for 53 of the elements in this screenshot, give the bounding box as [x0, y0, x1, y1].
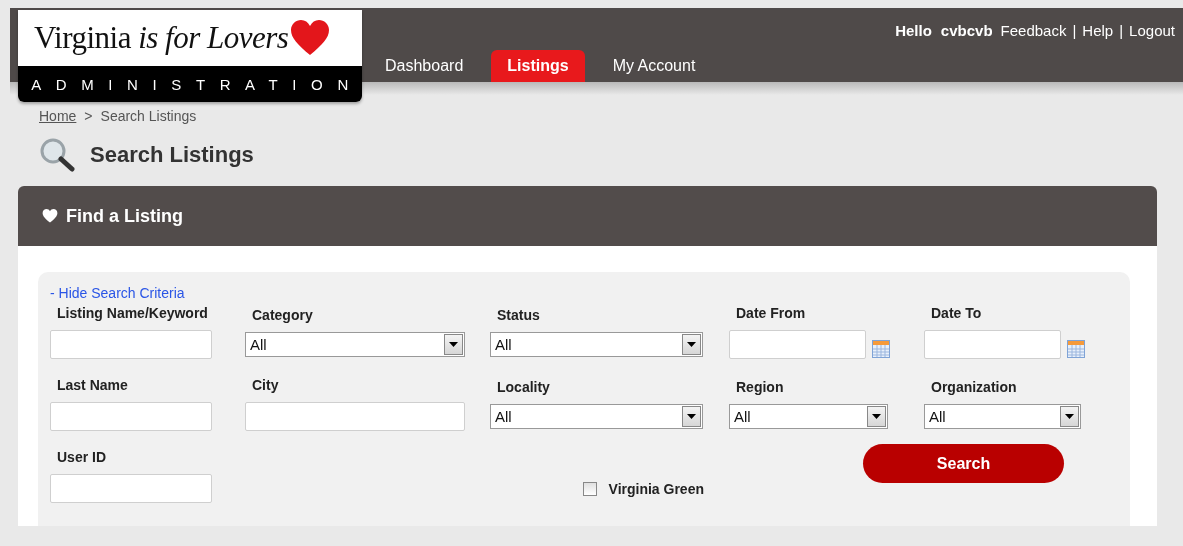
checkbox-label: Virginia Green [608, 481, 704, 497]
header-link[interactable]: Help [1082, 22, 1114, 39]
dropdown[interactable]: All [490, 332, 703, 357]
page-title: Search Listings [90, 142, 254, 168]
calendar-icon[interactable] [872, 340, 890, 358]
calendar-icon[interactable] [1067, 340, 1085, 358]
dropdown[interactable]: All [245, 332, 465, 357]
nav-tab[interactable]: Dashboard [369, 50, 480, 82]
field-label: Last Name [57, 377, 129, 393]
logo-subtitle: ADMINISTRATION [31, 75, 362, 93]
panel-title: Find a Listing [66, 205, 183, 227]
username: cvbcvb [940, 22, 993, 39]
heart-icon [42, 209, 58, 223]
input-field[interactable] [50, 330, 212, 359]
field-label: City [252, 377, 280, 393]
dropdown[interactable]: All [490, 404, 703, 429]
field-label: Locality [497, 379, 551, 395]
separator: | [1119, 22, 1124, 39]
search-button[interactable]: Search [863, 444, 1064, 483]
greeting: Hello [895, 22, 932, 39]
caret-icon [1065, 414, 1074, 419]
field-label: Listing Name/Keyword [57, 305, 209, 321]
nav-tab[interactable]: Listings [491, 50, 585, 82]
header-link[interactable]: Feedback [1000, 22, 1067, 39]
input-field[interactable] [924, 330, 1061, 359]
caret-icon [687, 342, 696, 347]
breadcrumb-current: Search Listings [100, 108, 197, 124]
dropdown[interactable]: All [924, 404, 1081, 429]
input-field[interactable] [50, 474, 212, 503]
input-field[interactable] [50, 402, 212, 431]
caret-icon [449, 342, 458, 347]
field-label: Category [252, 307, 314, 323]
hide-criteria-link[interactable]: - Hide Search Criteria [50, 285, 185, 301]
heart-icon [290, 20, 331, 56]
input-field[interactable] [245, 402, 465, 431]
checkbox[interactable] [582, 482, 597, 496]
caret-icon [872, 414, 881, 419]
caret-icon [687, 414, 696, 419]
breadcrumb-link[interactable]: Home [39, 108, 77, 124]
field-label: Date To [931, 305, 983, 321]
dropdown[interactable]: All [729, 404, 888, 429]
nav-tab[interactable]: My Account [596, 50, 712, 82]
search-icon [40, 138, 76, 172]
header-link[interactable]: Logout [1129, 22, 1175, 39]
field-label: Organization [931, 379, 1018, 395]
field-label: User ID [57, 449, 108, 465]
field-label: Region [736, 379, 785, 395]
separator: | [1072, 22, 1077, 39]
breadcrumb-separator: > [84, 108, 93, 124]
input-field[interactable] [729, 330, 866, 359]
logo-wordmark: Virginia is for Lovers [34, 20, 289, 56]
field-label: Status [497, 307, 541, 323]
field-label: Date From [736, 305, 807, 321]
